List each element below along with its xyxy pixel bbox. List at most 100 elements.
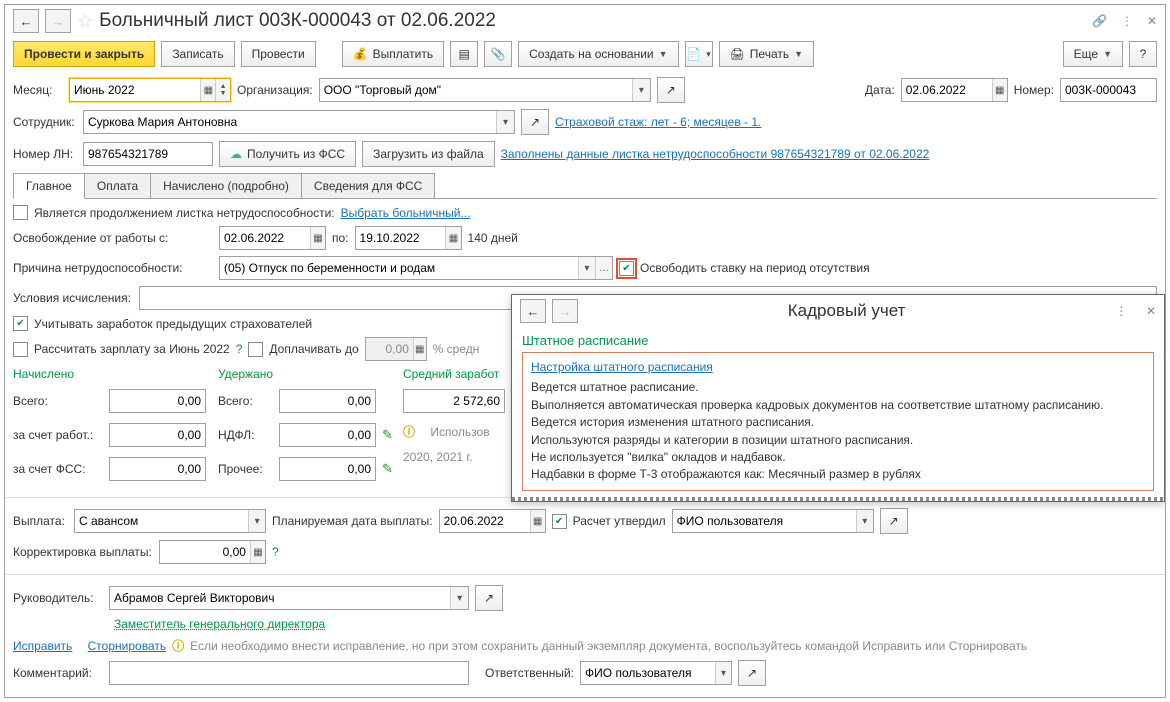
dropdown-icon[interactable]: ▾	[856, 510, 873, 532]
head-label: Руководитель:	[13, 591, 103, 605]
tab-payment[interactable]: Оплата	[84, 173, 151, 198]
comment-input[interactable]	[109, 661, 469, 685]
popup-content-box: Настройка штатного расписания Ведется шт…	[522, 352, 1154, 491]
link-icon[interactable]: 🔗	[1092, 14, 1107, 28]
select-sick-link[interactable]: Выбрать больничный...	[341, 206, 471, 220]
insurance-link[interactable]: Страховой стаж: лет - 6; месяцев - 1.	[555, 115, 761, 129]
more-button[interactable]: Еще▼	[1063, 41, 1123, 67]
other-input[interactable]	[279, 457, 376, 481]
extra-pay-checkbox[interactable]	[248, 342, 263, 357]
reason-input[interactable]: ▾…	[219, 256, 613, 280]
action-dropdown[interactable]: 📄▾	[685, 41, 713, 67]
prev-earnings-checkbox[interactable]: ✔	[13, 316, 28, 331]
ndfl-input[interactable]	[279, 423, 376, 447]
pay-button[interactable]: 💰Выплатить	[342, 41, 444, 67]
acc-emp-input[interactable]	[109, 423, 206, 447]
head-open-button[interactable]: ↗	[475, 585, 503, 611]
spinner-icon[interactable]: ▲▼	[215, 79, 230, 101]
calc-icon[interactable]: ▦	[250, 541, 265, 563]
position-link[interactable]: Заместитель генерального директора	[114, 617, 325, 631]
calendar-icon[interactable]: ▦	[992, 79, 1007, 101]
nav-back[interactable]: ←	[13, 9, 39, 33]
attach-button[interactable]: 📎	[484, 41, 512, 67]
number-input[interactable]	[1060, 78, 1157, 102]
calc-salary-checkbox[interactable]	[13, 342, 28, 357]
avg-input[interactable]	[403, 389, 505, 413]
tab-main[interactable]: Главное	[13, 173, 85, 199]
revert-link[interactable]: Сторнировать	[88, 639, 166, 653]
correction-input[interactable]: ▦	[159, 540, 266, 564]
employee-open-button[interactable]: ↗	[521, 109, 549, 135]
acc-total-input[interactable]	[109, 389, 206, 413]
employee-input[interactable]: ▾	[83, 110, 515, 134]
used-hint2: 2020, 2021 г.	[403, 450, 473, 464]
withheld-header: Удержано	[218, 367, 393, 381]
nav-forward[interactable]: →	[45, 9, 71, 33]
dropdown-icon[interactable]: ▾	[578, 257, 595, 279]
post-close-button[interactable]: Провести и закрыть	[13, 41, 155, 67]
cloud-icon: ☁	[230, 147, 242, 161]
help-link[interactable]: ?	[272, 545, 279, 559]
print-button[interactable]: 🖨Печать▼	[719, 41, 814, 67]
edit-icon[interactable]: ✎	[382, 461, 393, 477]
write-button[interactable]: Записать	[161, 41, 234, 67]
date-to-input[interactable]: ▦	[355, 226, 462, 250]
free-rate-checkbox[interactable]: ✔	[619, 261, 634, 276]
kebab-icon[interactable]: ⋮	[1121, 14, 1133, 28]
dropdown-icon[interactable]: ▾	[248, 510, 265, 532]
calendar-icon[interactable]: ▦	[445, 227, 460, 249]
org-input[interactable]: ▾	[319, 78, 651, 102]
resp-input[interactable]: ▾	[580, 661, 732, 685]
extra-pay-input: ▦	[365, 337, 427, 361]
org-open-button[interactable]: ↗	[657, 77, 685, 103]
load-file-button[interactable]: Загрузить из файла	[362, 141, 495, 167]
help-button[interactable]: ?	[1129, 41, 1157, 67]
dropdown-icon[interactable]: ▾	[715, 662, 731, 684]
approver-input[interactable]: ▾	[672, 509, 874, 533]
favorite-star-icon[interactable]: ☆	[77, 11, 93, 32]
close-icon[interactable]: ✕	[1147, 14, 1157, 28]
dropdown-icon[interactable]: ▾	[496, 111, 514, 133]
ln-data-link[interactable]: Заполнены данные листка нетрудоспособнос…	[501, 147, 930, 161]
continuation-checkbox[interactable]	[13, 205, 28, 220]
resp-open-button[interactable]: ↗	[738, 660, 766, 686]
approver-open-button[interactable]: ↗	[880, 508, 908, 534]
form-icon-button[interactable]: ▤	[450, 41, 478, 67]
staffing-settings-link[interactable]: Настройка штатного расписания	[531, 359, 713, 376]
month-input[interactable]: ▦ ▲▼	[69, 78, 231, 102]
popup-nav-back[interactable]: ←	[520, 299, 546, 323]
days-label: 140 дней	[468, 231, 518, 245]
ln-input[interactable]	[83, 142, 213, 166]
popup-kebab-icon[interactable]: ⋮	[1115, 304, 1127, 318]
ln-label: Номер ЛН:	[13, 147, 77, 161]
tab-accrued[interactable]: Начислено (подробно)	[150, 173, 302, 198]
payout-label: Выплата:	[13, 514, 68, 528]
info-icon: ⓘ	[172, 637, 184, 654]
head-input[interactable]: ▾	[109, 586, 469, 610]
plan-date-input[interactable]: ▦	[439, 509, 546, 533]
dropdown-icon[interactable]: ▾	[450, 587, 468, 609]
edit-icon[interactable]: ✎	[382, 427, 393, 443]
popup-close-icon[interactable]: ✕	[1146, 304, 1156, 318]
date-from-input[interactable]: ▦	[219, 226, 326, 250]
fss-label: за счет ФСС:	[13, 462, 103, 476]
calendar-icon[interactable]: ▦	[310, 227, 325, 249]
create-based-button[interactable]: Создать на основании▼	[518, 41, 678, 67]
wth-total-input[interactable]	[279, 389, 376, 413]
post-button[interactable]: Провести	[241, 41, 316, 67]
tab-fss[interactable]: Сведения для ФСС	[301, 173, 435, 198]
date-input[interactable]: ▦	[901, 78, 1008, 102]
dropdown-icon[interactable]: ▾	[632, 79, 650, 101]
ellipsis-icon[interactable]: …	[595, 257, 612, 279]
approved-checkbox[interactable]: ✔	[552, 514, 567, 529]
free-rate-label: Освободить ставку на период отсутствия	[640, 261, 870, 275]
payout-input[interactable]: ▾	[74, 509, 266, 533]
resp-label: Ответственный:	[485, 666, 574, 680]
calendar-icon[interactable]: ▦	[200, 79, 215, 101]
fix-link[interactable]: Исправить	[13, 639, 72, 653]
calendar-icon[interactable]: ▦	[530, 510, 545, 532]
popup-nav-forward[interactable]: →	[552, 299, 578, 323]
get-fss-button[interactable]: ☁Получить из ФСС	[219, 141, 356, 167]
help-link[interactable]: ?	[236, 342, 243, 356]
acc-fss-input[interactable]	[109, 457, 206, 481]
